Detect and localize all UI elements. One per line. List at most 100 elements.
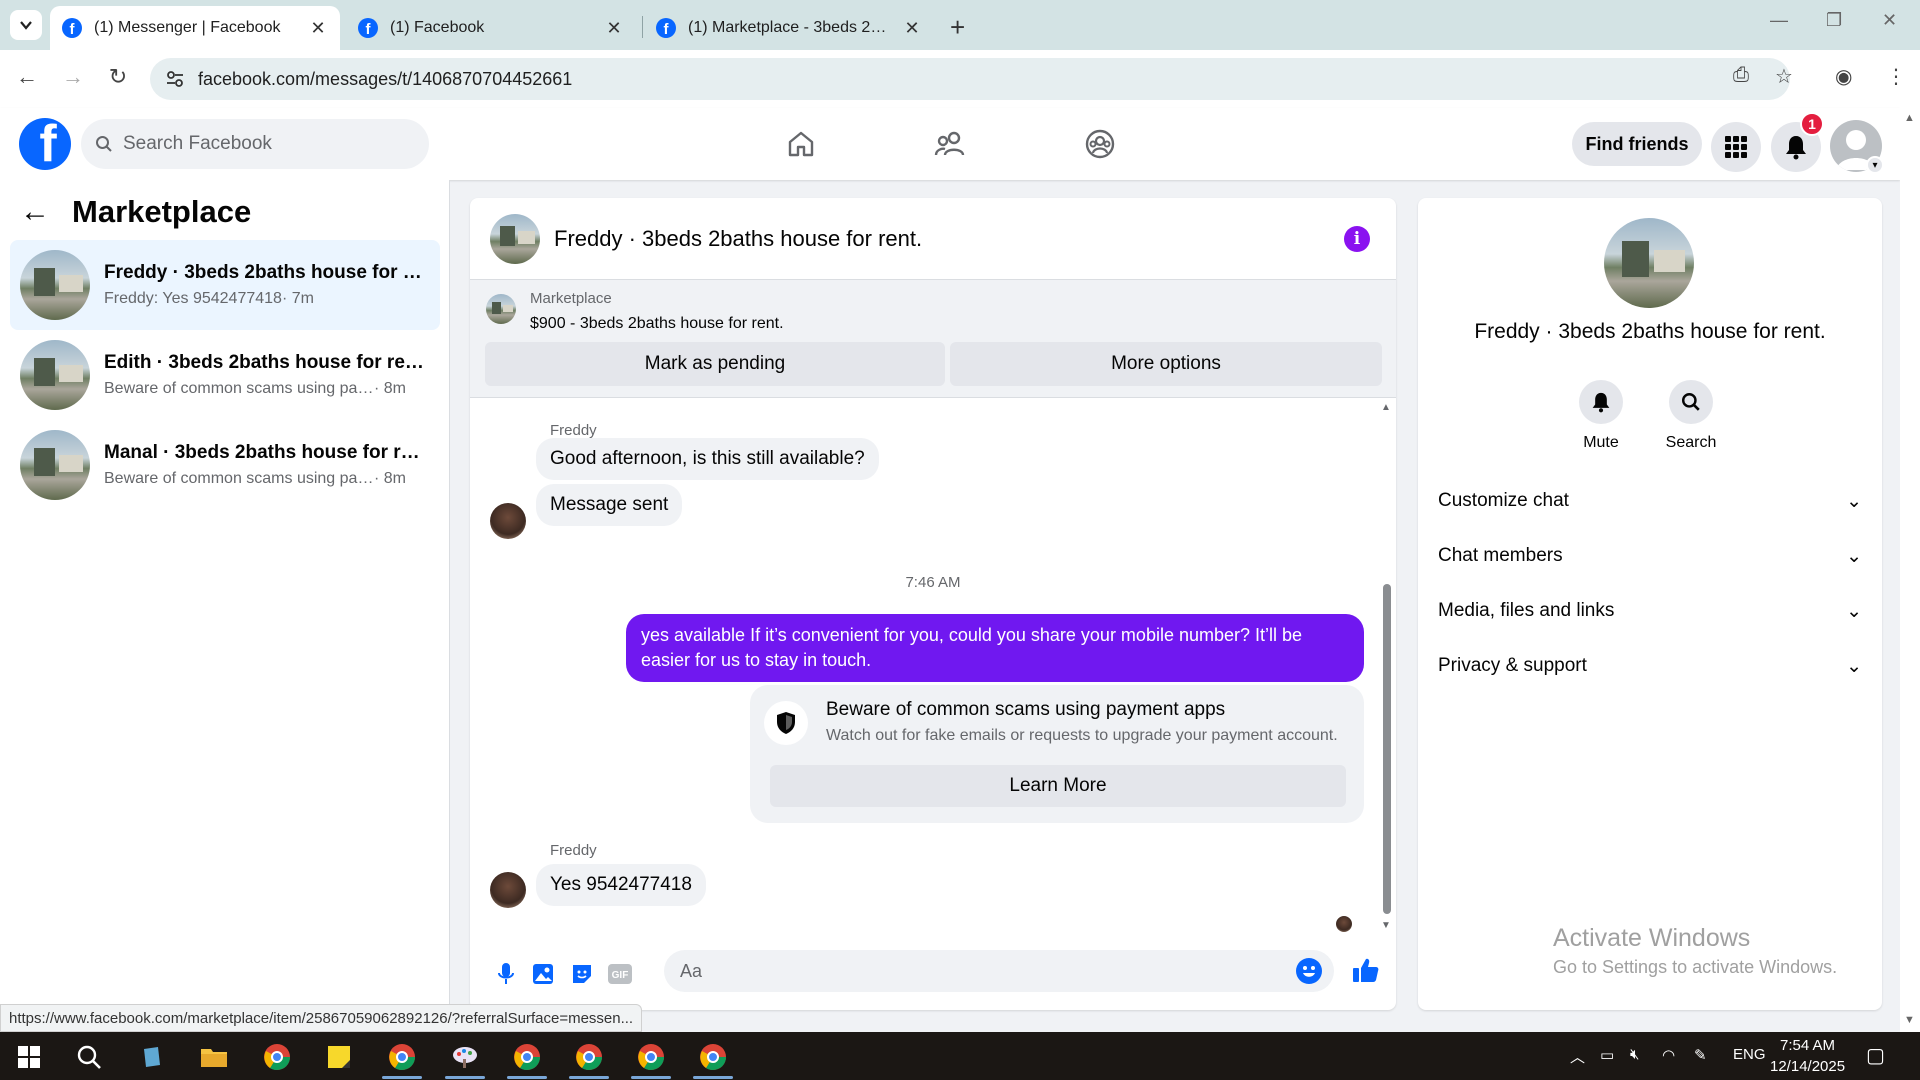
chrome-profile-icon[interactable] [510,1040,544,1074]
listing-title[interactable]: $900 - 3beds 2baths house for rent. [530,315,784,333]
privacy-support-section[interactable]: Privacy & support ⌄ [1438,646,1862,686]
tab-facebook[interactable]: f (1) Facebook ✕ [346,6,636,50]
active-app-indicator [631,1076,671,1079]
chevron-down-icon [20,21,32,30]
photo-icon[interactable] [529,960,557,988]
conversation-item[interactable]: Manal · 3beds 2baths house for re... Bew… [10,420,440,510]
friends-icon[interactable] [933,126,969,162]
reload-icon[interactable]: ↻ [103,64,133,90]
listing-thumbnail[interactable] [490,213,540,264]
file-explorer-icon[interactable] [197,1040,231,1074]
chrome-profile-icon[interactable] [696,1040,730,1074]
media-files-links-section[interactable]: Media, files and links ⌄ [1438,591,1862,631]
forward-arrow-icon[interactable]: → [58,64,88,90]
taskbar-search-icon[interactable] [72,1040,106,1074]
gif-icon[interactable]: GIF [606,960,634,988]
listing-thumbnail[interactable] [1604,218,1694,308]
close-icon[interactable]: ✕ [308,18,328,39]
install-app-icon[interactable]: ⎙ [1733,64,1749,87]
listing-thumbnail [20,250,90,320]
more-options-button[interactable]: More options [950,342,1382,386]
facebook-logo-icon[interactable]: f [19,118,71,170]
menu-grid-button[interactable] [1711,122,1761,172]
site-info-icon[interactable] [162,66,188,92]
search-icon [96,136,112,152]
link-status-bar: https://www.facebook.com/marketplace/ite… [0,1004,643,1032]
incoming-message[interactable]: Yes 9542477418 [536,864,706,906]
chat-members-section[interactable]: Chat members ⌄ [1438,536,1862,576]
sticky-notes-icon[interactable] [322,1040,356,1074]
scrollbar-thumb[interactable] [1383,584,1391,914]
close-icon[interactable]: ✕ [902,18,922,39]
incoming-message[interactable]: Good afternoon, is this still available? [536,438,879,480]
browser-menu-icon[interactable]: ⋮ [1886,64,1906,89]
learn-more-button[interactable]: Learn More [770,765,1346,807]
incoming-message[interactable]: Message sent [536,484,683,526]
battery-icon[interactable]: ▭ [1600,1046,1614,1064]
thumbs-up-icon[interactable] [1352,956,1380,984]
facebook-search-input[interactable]: Search Facebook [81,119,429,169]
wifi-icon[interactable]: ◠ [1662,1046,1675,1064]
listing-thumbnail [20,340,90,410]
url-omnibox[interactable]: facebook.com/messages/t/1406870704452661 [150,58,1790,100]
windows-taskbar: ︿ ▭ 🔇︎ ◠ ✎ ENG 7:54 AM 12/14/2025 ▢ [0,1032,1920,1080]
emoji-icon[interactable] [1296,958,1322,984]
address-bar: ← → ↻ facebook.com/messages/t/1406870704… [0,50,1920,108]
close-window-icon[interactable]: ✕ [1882,10,1897,31]
chevron-down-icon[interactable]: ▾ [1866,156,1884,174]
section-label: Media, files and links [1438,600,1615,621]
restore-icon[interactable]: ❐ [1826,10,1842,31]
scroll-up-icon[interactable]: ▲ [1380,402,1392,413]
chat-title[interactable]: Freddy · 3beds 2baths house for rent. [554,226,922,252]
sender-avatar[interactable] [490,503,526,539]
customize-chat-section[interactable]: Customize chat ⌄ [1438,481,1862,521]
search-placeholder: Search Facebook [123,133,272,154]
mute-button[interactable]: Mute [1561,380,1641,452]
new-tab-button[interactable]: + [950,12,965,43]
conversation-info-panel: Freddy · 3beds 2baths house for rent. Mu… [1418,198,1882,1010]
language-indicator[interactable]: ENG [1733,1046,1766,1063]
groups-icon[interactable] [1082,126,1118,162]
scroll-up-icon[interactable]: ▲ [1904,112,1915,124]
tab-marketplace[interactable]: f (1) Marketplace - 3beds 2baths ✕ [644,6,934,50]
conversation-item[interactable]: Freddy · 3beds 2baths house for re... Fr… [10,240,440,330]
find-friends-button[interactable]: Find friends [1572,122,1702,166]
tray-overflow-icon[interactable]: ︿ [1570,1046,1585,1067]
chrome-profile-icon[interactable] [260,1040,294,1074]
minimize-icon[interactable]: — [1770,10,1788,31]
sender-avatar[interactable] [490,872,526,908]
chevron-down-icon: ⌄ [1846,600,1862,622]
taskbar-clock[interactable]: 7:54 AM 12/14/2025 [1770,1035,1845,1077]
outgoing-message[interactable]: yes available If it’s convenient for you… [626,614,1364,682]
mark-as-pending-button[interactable]: Mark as pending [485,342,945,386]
active-app-indicator [569,1076,609,1079]
close-icon[interactable]: ✕ [604,18,624,39]
volume-muted-icon[interactable]: 🔇︎ [1630,1046,1639,1063]
microphone-icon[interactable] [492,960,520,988]
tab-messenger[interactable]: f (1) Messenger | Facebook ✕ [50,6,340,50]
bookmark-star-icon[interactable]: ☆ [1775,64,1793,89]
notepad-app-icon[interactable] [135,1040,169,1074]
notification-center-icon[interactable]: ▢ [1866,1043,1885,1068]
home-icon[interactable] [783,126,819,162]
pen-icon[interactable]: ✎ [1694,1046,1707,1064]
scroll-down-icon[interactable]: ▼ [1380,920,1392,931]
scroll-down-icon[interactable]: ▼ [1904,1014,1915,1026]
conversation-time: · 8m [374,380,406,397]
chrome-profile-icon[interactable] [572,1040,606,1074]
message-input[interactable]: Aa [664,950,1334,992]
paint-app-icon[interactable] [448,1040,482,1074]
profile-icon[interactable]: ◉ [1835,64,1852,89]
conversation-item[interactable]: Edith · 3beds 2baths house for rent. Bew… [10,330,440,420]
sticker-icon[interactable] [568,960,596,988]
chat-scrollbar[interactable]: ▲ ▼ [1380,402,1392,934]
search-in-conversation-button[interactable]: Search [1651,380,1731,452]
tab-search-button[interactable] [10,10,42,40]
page-scrollbar[interactable]: ▲ ▼ [1900,108,1920,1032]
windows-start-icon[interactable] [12,1040,46,1074]
chrome-profile-icon[interactable] [385,1040,419,1074]
info-icon[interactable]: i [1344,226,1370,252]
back-arrow-icon[interactable]: ← [20,195,50,229]
chrome-profile-icon[interactable] [634,1040,668,1074]
back-arrow-icon[interactable]: ← [12,64,42,90]
